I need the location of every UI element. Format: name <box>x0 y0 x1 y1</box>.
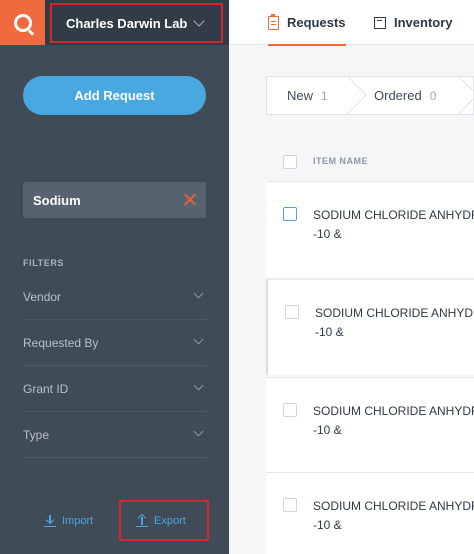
table-row[interactable]: SODIUM CHLORIDE ANHYDROUS -10 & <box>266 181 474 277</box>
chevron-down-icon <box>193 380 204 391</box>
upload-icon <box>136 513 148 527</box>
clipboard-icon <box>268 13 279 30</box>
row-checkbox[interactable] <box>283 403 297 417</box>
item-name-line: -10 & <box>315 325 344 339</box>
tab-inventory[interactable]: Inventory <box>374 0 453 45</box>
box-icon <box>374 16 386 29</box>
search-filter-chip[interactable]: Sodium <box>23 182 206 218</box>
table-row[interactable]: SODIUM CHLORIDE ANHYDROUS -10 & <box>266 377 474 473</box>
item-name-line: SODIUM CHLORIDE ANHYDROUS <box>315 306 474 320</box>
item-name-line: -10 & <box>313 227 342 241</box>
import-button[interactable]: Import <box>44 514 93 527</box>
tab-label: Inventory <box>394 15 453 30</box>
sidebar-topbar: Charles Darwin Lab <box>0 0 229 45</box>
filter-grant-id[interactable]: Grant ID <box>23 367 206 412</box>
chevron-divider <box>347 76 375 115</box>
table-header: ITEM NAME <box>266 140 474 182</box>
status-label: Ordered <box>374 88 422 103</box>
item-name-line: -10 & <box>313 518 342 532</box>
chevron-down-icon <box>193 15 205 27</box>
table-row[interactable]: SODIUM CHLORIDE ANHYDROUS -10 & <box>266 279 474 375</box>
filter-label: Grant ID <box>23 382 69 396</box>
item-name-line: SODIUM CHLORIDE ANHYDROUS <box>313 208 474 222</box>
lab-name: Charles Darwin Lab <box>66 15 188 31</box>
column-header-item-name: ITEM NAME <box>313 156 368 166</box>
add-request-button[interactable]: Add Request <box>23 76 206 115</box>
close-icon[interactable] <box>183 193 196 206</box>
chevron-down-icon <box>193 334 204 345</box>
sidebar: Charles Darwin Lab Add Request Sodium FI… <box>0 0 229 554</box>
tab-requests[interactable]: Requests <box>268 0 346 46</box>
item-name: SODIUM CHLORIDE ANHYDROUS -10 & <box>313 497 474 535</box>
filter-vendor[interactable]: Vendor <box>23 275 206 320</box>
row-checkbox[interactable] <box>285 305 299 319</box>
logo-icon <box>13 13 32 32</box>
row-checkbox[interactable] <box>283 498 297 512</box>
chevron-down-icon <box>193 426 204 437</box>
filter-label: Type <box>23 428 50 442</box>
select-all-checkbox[interactable] <box>283 155 297 169</box>
filter-requested-by[interactable]: Requested By <box>23 321 206 366</box>
filter-label: Vendor <box>23 290 62 304</box>
status-count: 1 <box>321 88 328 103</box>
status-tab-new[interactable]: New 1 <box>287 77 328 114</box>
download-icon <box>44 514 56 527</box>
lab-switcher[interactable]: Charles Darwin Lab <box>50 3 223 43</box>
filter-type[interactable]: Type <box>23 413 206 458</box>
item-name-line: -10 & <box>313 423 342 437</box>
status-label: New <box>287 88 314 103</box>
filters-heading: FILTERS <box>23 258 65 268</box>
status-tabs: New 1 Ordered 0 <box>266 76 474 115</box>
item-name: SODIUM CHLORIDE ANHYDROUS -10 & <box>313 206 474 244</box>
item-name-line: SODIUM CHLORIDE ANHYDROUS <box>313 499 474 513</box>
item-name: SODIUM CHLORIDE ANHYDROUS -10 & <box>313 402 474 440</box>
chevron-divider <box>458 76 474 115</box>
tab-label: Requests <box>287 15 346 30</box>
row-checkbox[interactable] <box>283 207 297 221</box>
chevron-down-icon <box>193 288 204 299</box>
search-term: Sodium <box>33 192 81 208</box>
filter-label: Requested By <box>23 336 99 350</box>
app-logo[interactable] <box>0 0 45 45</box>
item-name-line: SODIUM CHLORIDE ANHYDROUS <box>313 404 474 418</box>
export-label: Export <box>154 514 186 527</box>
status-tab-ordered[interactable]: Ordered 0 <box>374 77 436 114</box>
export-button[interactable]: Export <box>136 513 186 527</box>
import-label: Import <box>62 514 94 527</box>
item-name: SODIUM CHLORIDE ANHYDROUS -10 & <box>315 304 474 342</box>
status-count: 0 <box>429 88 437 103</box>
table-row[interactable]: SODIUM CHLORIDE ANHYDROUS -10 & <box>266 472 474 554</box>
